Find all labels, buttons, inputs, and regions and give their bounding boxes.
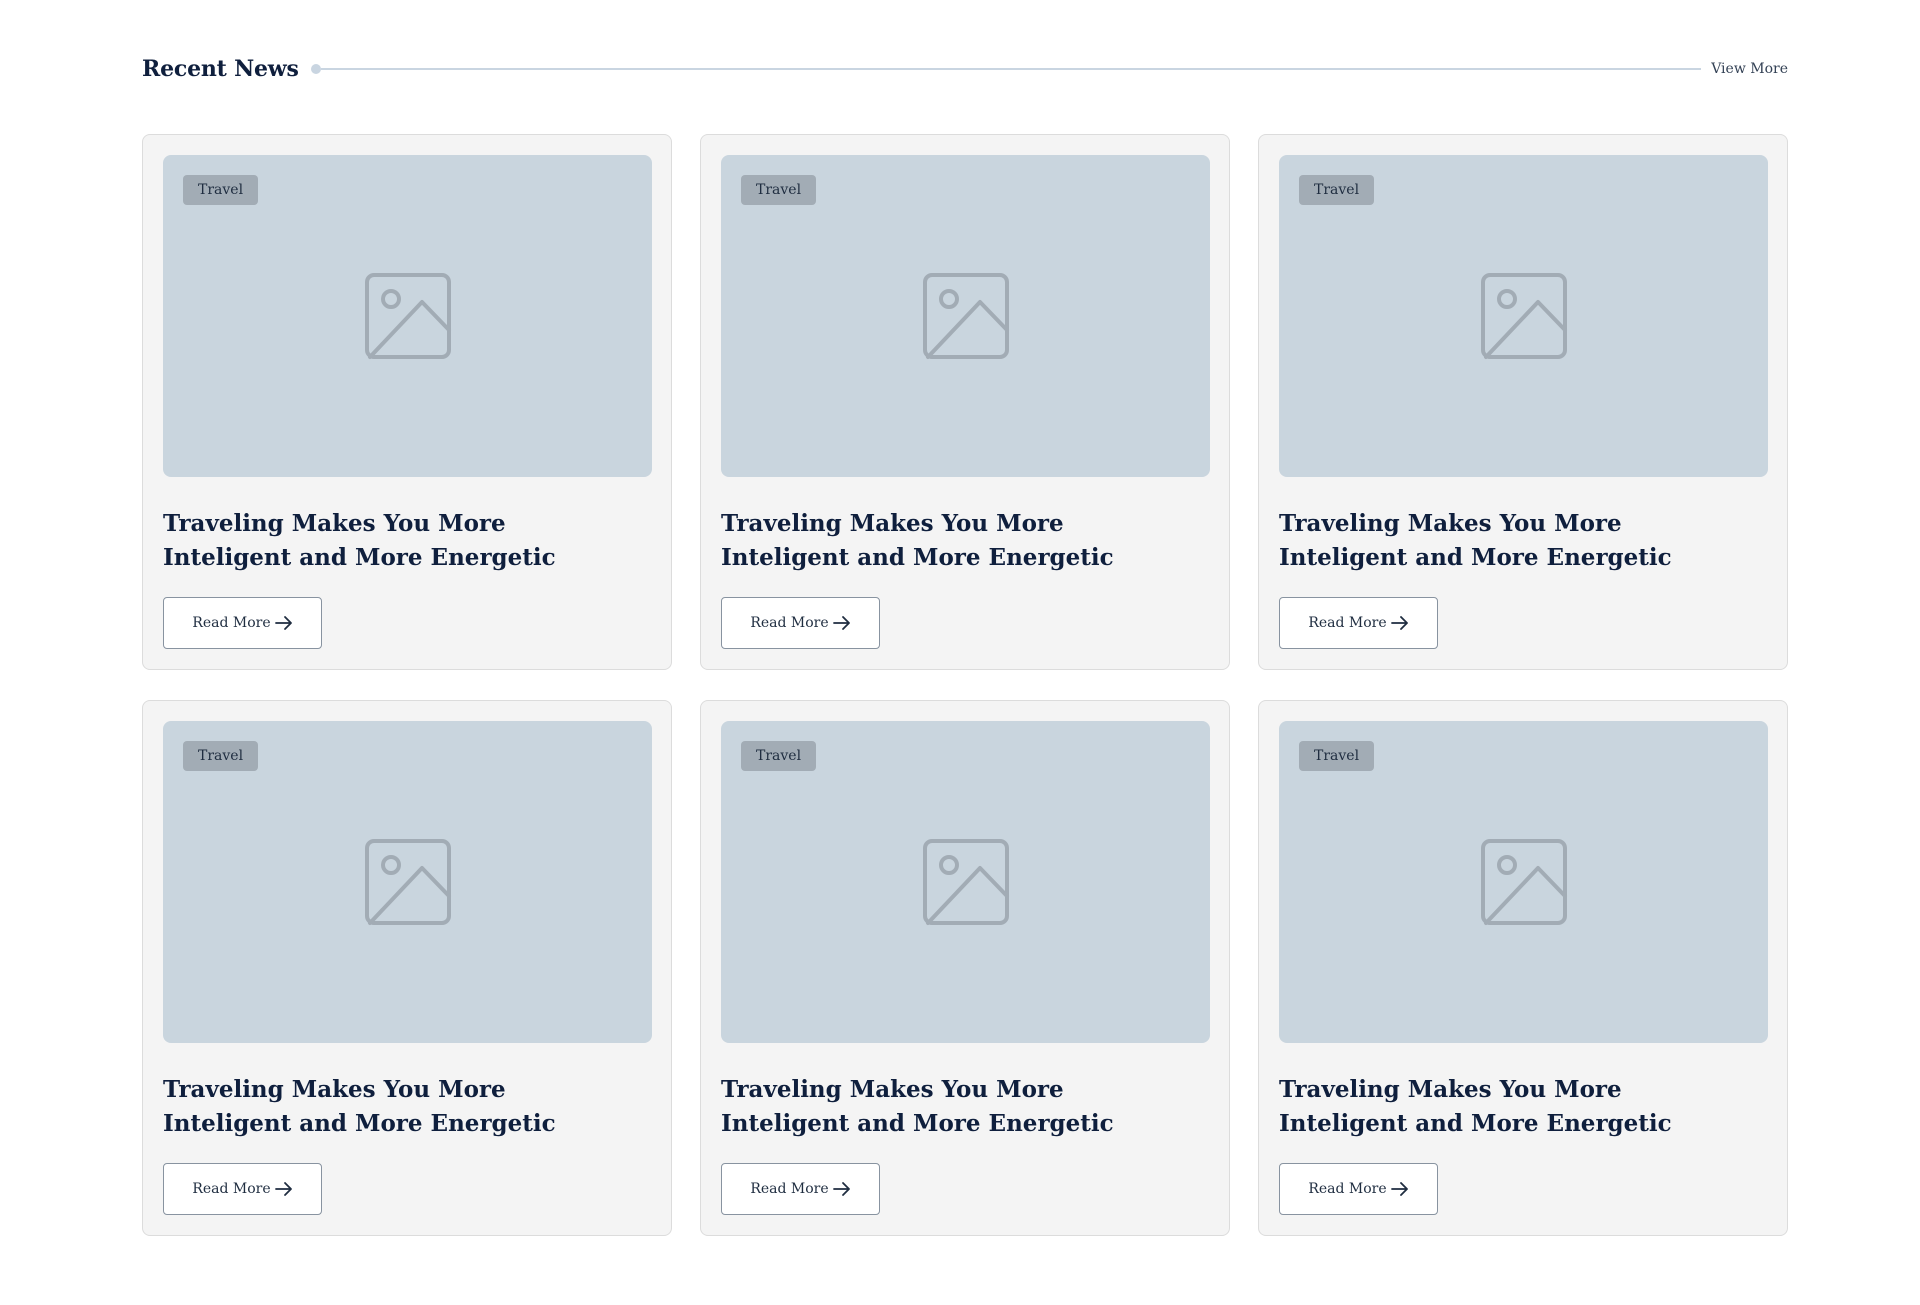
section-header: Recent News View More xyxy=(142,56,1788,82)
news-card-image[interactable]: Travel xyxy=(721,155,1210,477)
news-card: Travel Traveling Makes You More Intelige… xyxy=(700,134,1230,670)
read-more-button[interactable]: Read More xyxy=(1279,1163,1438,1215)
news-card-image[interactable]: Travel xyxy=(1279,155,1768,477)
image-placeholder-icon xyxy=(1480,838,1568,926)
news-card-title[interactable]: Traveling Makes You More Inteligent and … xyxy=(721,507,1191,575)
news-card-title[interactable]: Traveling Makes You More Inteligent and … xyxy=(1279,1073,1749,1141)
header-divider xyxy=(310,64,1702,74)
read-more-label: Read More xyxy=(1308,615,1387,631)
news-card-title[interactable]: Traveling Makes You More Inteligent and … xyxy=(721,1073,1191,1141)
read-more-label: Read More xyxy=(750,615,829,631)
news-card: Travel Traveling Makes You More Intelige… xyxy=(1258,134,1788,670)
read-more-button[interactable]: Read More xyxy=(163,597,322,649)
news-card-title[interactable]: Traveling Makes You More Inteligent and … xyxy=(163,507,633,575)
news-card-image[interactable]: Travel xyxy=(1279,721,1768,1043)
news-card: Travel Traveling Makes You More Intelige… xyxy=(142,700,672,1236)
news-grid: Travel Traveling Makes You More Intelige… xyxy=(142,134,1788,1236)
arrow-right-icon xyxy=(274,1181,293,1197)
category-badge[interactable]: Travel xyxy=(1299,175,1375,205)
image-placeholder-icon xyxy=(922,272,1010,360)
arrow-right-icon xyxy=(274,615,293,631)
news-card-image[interactable]: Travel xyxy=(163,721,652,1043)
section-title: Recent News xyxy=(142,56,299,82)
read-more-button[interactable]: Read More xyxy=(1279,597,1438,649)
news-card: Travel Traveling Makes You More Intelige… xyxy=(1258,700,1788,1236)
read-more-label: Read More xyxy=(1308,1181,1387,1197)
image-placeholder-icon xyxy=(364,838,452,926)
arrow-right-icon xyxy=(832,615,851,631)
news-card-title[interactable]: Traveling Makes You More Inteligent and … xyxy=(1279,507,1749,575)
category-badge[interactable]: Travel xyxy=(1299,741,1375,771)
divider-line xyxy=(320,68,1702,70)
news-card-image[interactable]: Travel xyxy=(721,721,1210,1043)
divider-dot xyxy=(310,64,321,74)
read-more-button[interactable]: Read More xyxy=(721,1163,880,1215)
read-more-button[interactable]: Read More xyxy=(163,1163,322,1215)
image-placeholder-icon xyxy=(1480,272,1568,360)
read-more-label: Read More xyxy=(750,1181,829,1197)
arrow-right-icon xyxy=(832,1181,851,1197)
category-badge[interactable]: Travel xyxy=(183,175,259,205)
arrow-right-icon xyxy=(1390,1181,1409,1197)
category-badge[interactable]: Travel xyxy=(741,741,817,771)
news-card: Travel Traveling Makes You More Intelige… xyxy=(700,700,1230,1236)
read-more-button[interactable]: Read More xyxy=(721,597,880,649)
image-placeholder-icon xyxy=(922,838,1010,926)
news-card-title[interactable]: Traveling Makes You More Inteligent and … xyxy=(163,1073,633,1141)
view-more-link[interactable]: View More xyxy=(1711,61,1788,77)
recent-news-section: Recent News View More Travel Traveling M… xyxy=(142,56,1788,1236)
read-more-label: Read More xyxy=(192,1181,271,1197)
arrow-right-icon xyxy=(1390,615,1409,631)
category-badge[interactable]: Travel xyxy=(741,175,817,205)
news-card: Travel Traveling Makes You More Intelige… xyxy=(142,134,672,670)
image-placeholder-icon xyxy=(364,272,452,360)
news-card-image[interactable]: Travel xyxy=(163,155,652,477)
category-badge[interactable]: Travel xyxy=(183,741,259,771)
read-more-label: Read More xyxy=(192,615,271,631)
